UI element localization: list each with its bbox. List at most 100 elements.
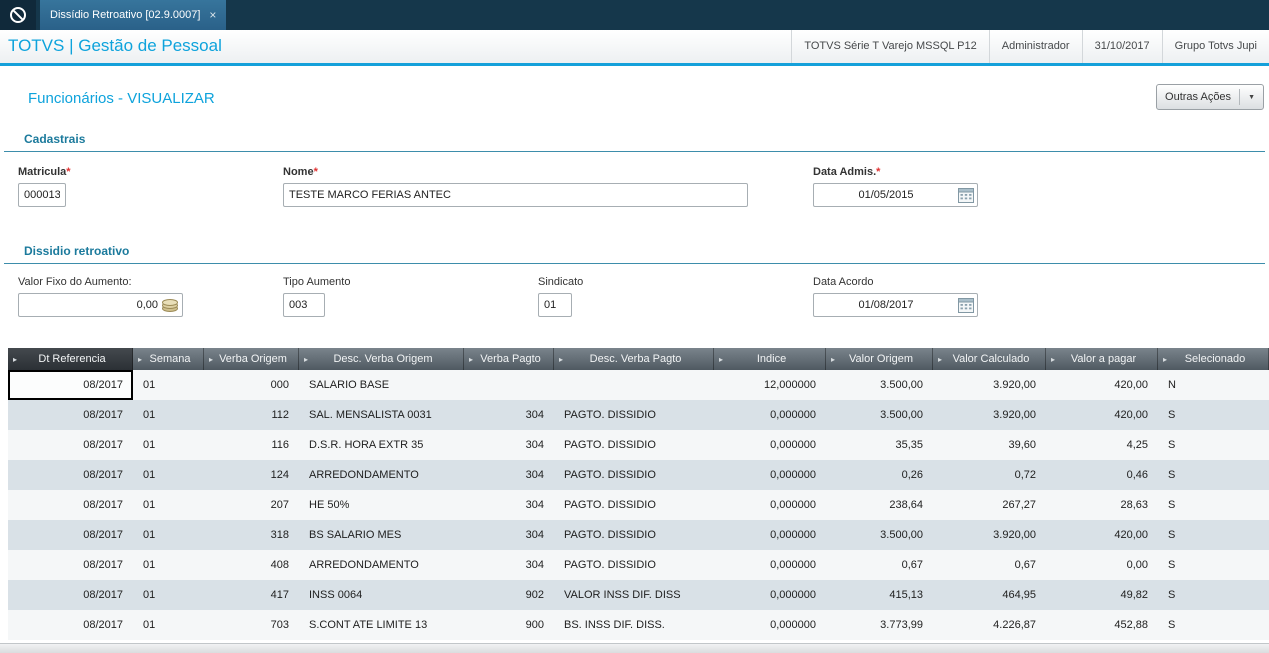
grid-cell[interactable]: 415,13 — [826, 580, 933, 610]
column-header[interactable]: ▸ Verba Origem — [204, 348, 299, 370]
grid-cell[interactable]: 08/2017 — [8, 460, 133, 490]
grid-cell[interactable]: PAGTO. DISSIDIO — [554, 400, 714, 430]
grid-cell[interactable]: 0,46 — [1046, 460, 1158, 490]
tipo-aumento-input[interactable] — [283, 293, 325, 317]
grid-cell[interactable]: 304 — [464, 490, 554, 520]
grid-cell[interactable]: 124 — [204, 460, 299, 490]
horizontal-scrollbar[interactable] — [0, 643, 1269, 653]
grid-cell[interactable]: 01 — [133, 580, 204, 610]
valor-fixo-input[interactable] — [18, 293, 183, 317]
grid-cell[interactable]: PAGTO. DISSIDIO — [554, 490, 714, 520]
grid-cell[interactable]: 238,64 — [826, 490, 933, 520]
exit-button[interactable] — [0, 0, 36, 30]
sindicato-input[interactable] — [538, 293, 572, 317]
grid-cell[interactable]: N — [1158, 370, 1269, 400]
column-header[interactable]: ▸ Selecionado — [1158, 348, 1269, 370]
calendar-icon[interactable] — [958, 298, 974, 313]
grid-cell[interactable] — [464, 370, 554, 400]
grid-cell[interactable]: ARREDONDAMENTO — [299, 460, 464, 490]
grid-cell[interactable]: 01 — [133, 400, 204, 430]
grid-cell[interactable]: 000 — [204, 370, 299, 400]
grid-cell[interactable]: 703 — [204, 610, 299, 640]
column-header[interactable]: ▸ Desc. Verba Origem — [299, 348, 464, 370]
grid-cell[interactable]: 0,000000 — [714, 400, 826, 430]
grid-cell[interactable]: 3.773,99 — [826, 610, 933, 640]
grid-cell[interactable]: PAGTO. DISSIDIO — [554, 550, 714, 580]
grid-cell[interactable]: BS. INSS DIF. DISS. — [554, 610, 714, 640]
grid-cell[interactable]: 3.920,00 — [933, 370, 1046, 400]
column-header[interactable]: ▸ Valor Origem — [826, 348, 933, 370]
grid-cell[interactable]: 08/2017 — [8, 520, 133, 550]
column-header[interactable]: ▸ Dt Referencia — [8, 348, 133, 370]
grid-cell[interactable]: 112 — [204, 400, 299, 430]
grid-cell[interactable]: 49,82 — [1046, 580, 1158, 610]
table-row[interactable]: 08/2017 01 000 SALARIO BASE 12,000000 3.500,0… — [8, 370, 1269, 400]
grid-cell[interactable]: S — [1158, 520, 1269, 550]
grid-cell[interactable]: 420,00 — [1046, 400, 1158, 430]
other-actions-button[interactable]: Outras Ações ▼ — [1156, 84, 1264, 110]
data-admissao-input[interactable] — [813, 183, 978, 207]
grid-cell[interactable]: 08/2017 — [8, 610, 133, 640]
grid-cell[interactable]: 4,25 — [1046, 430, 1158, 460]
grid-cell[interactable]: 900 — [464, 610, 554, 640]
grid-cell[interactable]: 0,000000 — [714, 460, 826, 490]
grid-cell[interactable]: 0,26 — [826, 460, 933, 490]
grid-cell[interactable]: 267,27 — [933, 490, 1046, 520]
grid-cell[interactable]: 0,67 — [826, 550, 933, 580]
table-row[interactable]: 08/2017 01 116 D.S.R. HORA EXTR 35 304 PAGTO.… — [8, 430, 1269, 460]
grid-cell[interactable]: 01 — [133, 520, 204, 550]
grid-cell[interactable]: 0,00 — [1046, 550, 1158, 580]
table-row[interactable]: 08/2017 01 207 HE 50% 304 PAGTO. DISSIDIO 0,00… — [8, 490, 1269, 520]
grid-cell[interactable]: 0,000000 — [714, 610, 826, 640]
grid-cell[interactable]: 3.500,00 — [826, 400, 933, 430]
grid-cell[interactable]: 420,00 — [1046, 370, 1158, 400]
grid-cell[interactable]: 207 — [204, 490, 299, 520]
grid-cell[interactable]: 08/2017 — [8, 400, 133, 430]
grid-cell[interactable]: 417 — [204, 580, 299, 610]
table-row[interactable]: 08/2017 01 124 ARREDONDAMENTO 304 PAGTO. DISS… — [8, 460, 1269, 490]
grid-cell[interactable]: 0,000000 — [714, 550, 826, 580]
grid-cell[interactable]: 01 — [133, 460, 204, 490]
grid-cell[interactable]: PAGTO. DISSIDIO — [554, 430, 714, 460]
grid-cell[interactable]: 0,67 — [933, 550, 1046, 580]
grid-cell[interactable]: S — [1158, 550, 1269, 580]
grid-cell[interactable]: D.S.R. HORA EXTR 35 — [299, 430, 464, 460]
grid-cell[interactable]: 01 — [133, 550, 204, 580]
grid-cell[interactable]: S — [1158, 430, 1269, 460]
grid-cell[interactable]: HE 50% — [299, 490, 464, 520]
table-row[interactable]: 08/2017 01 703 S.CONT ATE LIMITE 13 900 BS. I… — [8, 610, 1269, 640]
grid-cell[interactable]: 3.920,00 — [933, 520, 1046, 550]
grid-cell[interactable]: 408 — [204, 550, 299, 580]
grid-cell[interactable]: 304 — [464, 520, 554, 550]
table-row[interactable]: 08/2017 01 112 SAL. MENSALISTA 0031 304 PAGTO… — [8, 400, 1269, 430]
grid-cell[interactable]: S — [1158, 460, 1269, 490]
table-row[interactable]: 08/2017 01 408 ARREDONDAMENTO 304 PAGTO. DISS… — [8, 550, 1269, 580]
grid-cell[interactable]: 3.920,00 — [933, 400, 1046, 430]
grid-cell[interactable]: 0,000000 — [714, 430, 826, 460]
grid-cell[interactable]: 3.500,00 — [826, 370, 933, 400]
grid-cell[interactable]: 452,88 — [1046, 610, 1158, 640]
grid-cell[interactable]: VALOR INSS DIF. DISS — [554, 580, 714, 610]
column-header[interactable]: ▸ Valor a pagar — [1046, 348, 1158, 370]
table-row[interactable]: 08/2017 01 318 BS SALARIO MES 304 PAGTO. DISS… — [8, 520, 1269, 550]
grid-cell[interactable]: ARREDONDAMENTO — [299, 550, 464, 580]
grid-cell[interactable]: 304 — [464, 400, 554, 430]
grid-cell[interactable]: 08/2017 — [8, 490, 133, 520]
grid-cell[interactable]: 08/2017 — [8, 370, 133, 400]
data-acordo-input[interactable] — [813, 293, 978, 317]
grid-cell[interactable]: 304 — [464, 550, 554, 580]
grid-cell[interactable]: 116 — [204, 430, 299, 460]
grid-cell[interactable]: 4.226,87 — [933, 610, 1046, 640]
grid-cell[interactable]: S — [1158, 610, 1269, 640]
column-header[interactable]: ▸ Verba Pagto — [464, 348, 554, 370]
grid-cell[interactable]: 01 — [133, 370, 204, 400]
column-header[interactable]: ▸ Desc. Verba Pagto — [554, 348, 714, 370]
grid-cell[interactable] — [554, 370, 714, 400]
grid-cell[interactable]: SAL. MENSALISTA 0031 — [299, 400, 464, 430]
tab-dissidio-retroativo[interactable]: Dissídio Retroativo [02.9.0007] × — [40, 0, 227, 30]
grid-cell[interactable]: 08/2017 — [8, 550, 133, 580]
grid-cell[interactable]: S — [1158, 490, 1269, 520]
grid-cell[interactable]: 0,72 — [933, 460, 1046, 490]
table-row[interactable]: 08/2017 01 417 INSS 0064 902 VALOR INSS DIF. … — [8, 580, 1269, 610]
grid-cell[interactable]: 35,35 — [826, 430, 933, 460]
